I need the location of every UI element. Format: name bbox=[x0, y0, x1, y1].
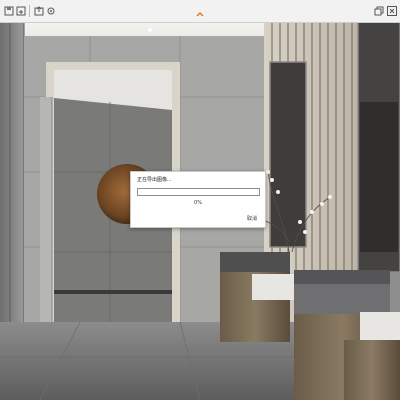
collapse-icon[interactable] bbox=[195, 4, 205, 17]
save-as-icon[interactable] bbox=[16, 6, 26, 16]
toolbar-separator bbox=[29, 5, 30, 17]
export-icon[interactable] bbox=[34, 6, 44, 16]
cancel-button[interactable]: 取消 bbox=[247, 215, 257, 222]
save-icon[interactable] bbox=[4, 6, 14, 16]
restore-window-icon[interactable] bbox=[374, 6, 384, 16]
settings-icon[interactable] bbox=[46, 6, 56, 16]
export-progress-dialog: 正在导出图像... 0% 取消 bbox=[130, 171, 266, 228]
export-progress-bar bbox=[137, 188, 260, 196]
dialog-title: 正在导出图像... bbox=[137, 177, 172, 183]
close-window-icon[interactable] bbox=[387, 6, 397, 16]
top-toolbar bbox=[0, 0, 400, 23]
progress-percent: 0% bbox=[194, 200, 202, 206]
